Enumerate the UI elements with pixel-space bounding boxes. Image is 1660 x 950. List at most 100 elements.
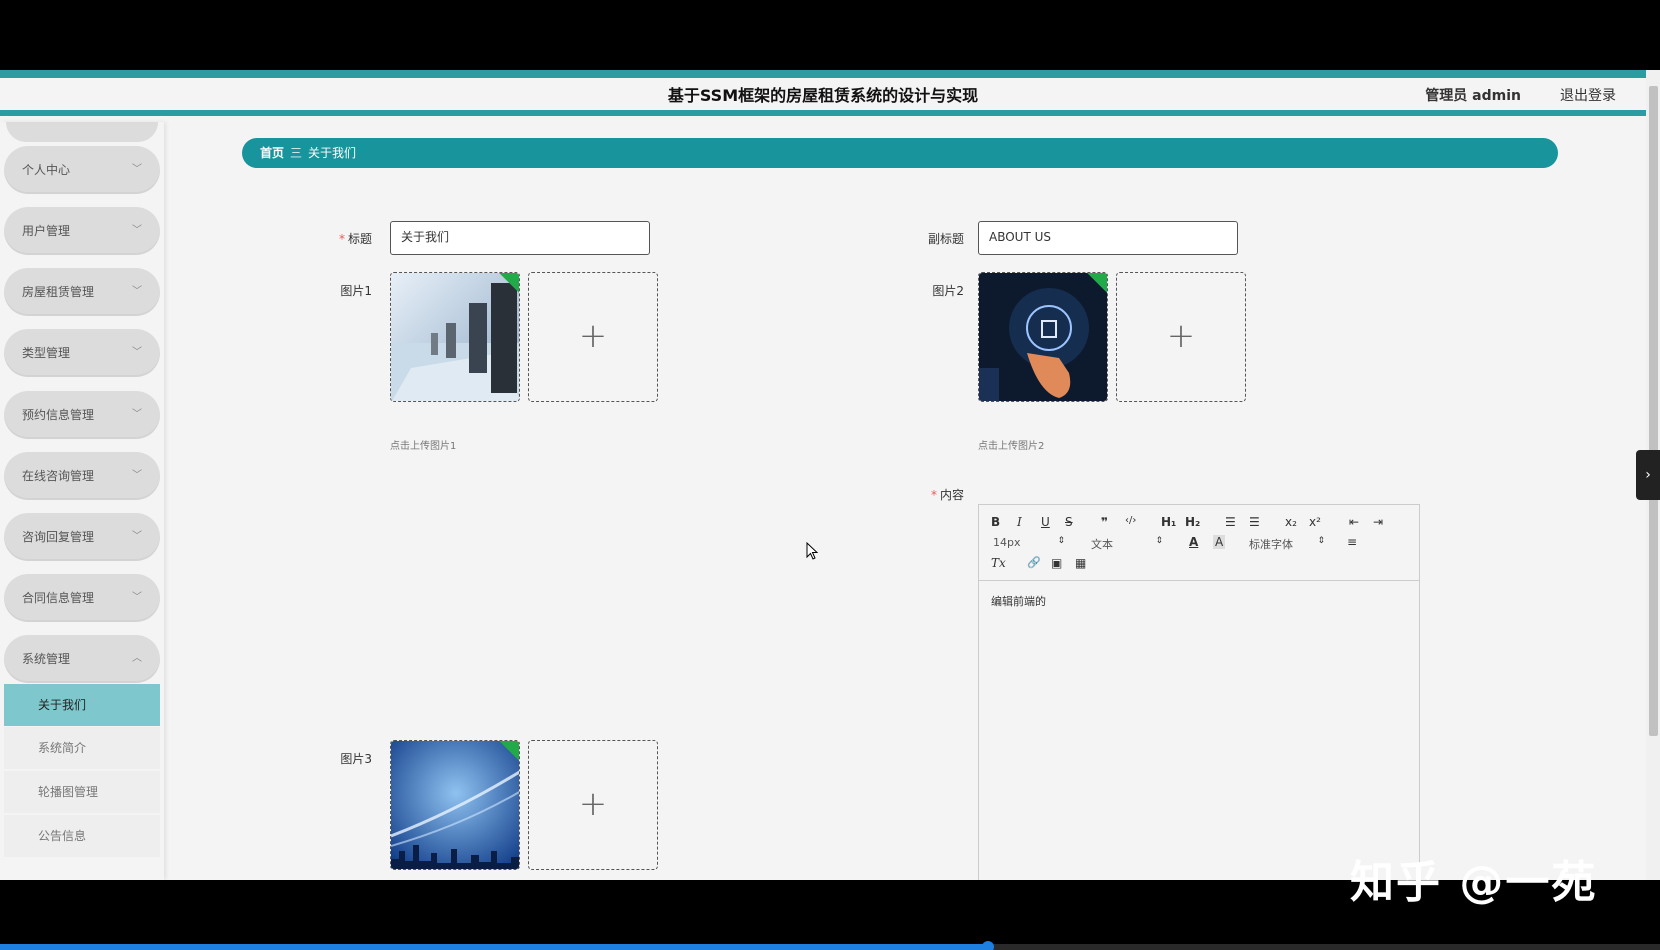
blockquote-button[interactable]: ❞ [1101,515,1108,529]
heading1-button[interactable]: H₁ [1161,515,1176,529]
indent-icon[interactable]: ⇥ [1373,515,1383,529]
sidebar-item-label: 咨询回复管理 [22,530,95,544]
image-icon[interactable]: ▣ [1051,556,1062,570]
image3-thumbnail[interactable] [390,740,520,870]
content-label: * 内容 [908,486,964,503]
sidebar-item-profile[interactable]: 个人中心 ﹀ [4,146,160,194]
plus-icon: + [578,784,608,824]
header-value: 文本 [1091,538,1113,551]
bullet-list-icon[interactable]: ☰ [1249,515,1260,529]
subtitle-label: 副标题 [927,232,964,246]
breadcrumb-current: 关于我们 [308,146,357,160]
meeting-room-image [391,273,519,401]
submenu-item-intro[interactable]: 系统简介 [4,727,160,769]
sidebar-item-reply[interactable]: 咨询回复管理 ﹀ [4,513,160,561]
header-select[interactable]: 文本 ⇕ [1091,536,1163,552]
image2-thumbnail[interactable] [978,272,1108,402]
outdent-icon[interactable]: ⇤ [1349,515,1359,529]
chevron-down-icon: ﹀ [132,347,142,358]
image1-thumbnail[interactable] [390,272,520,402]
background-color-icon[interactable]: A [1213,535,1226,549]
header-bar: 基于SSM框架的房屋租赁系统的设计与实现 管理员 admin 退出登录 [0,78,1646,116]
app-window: 基于SSM框架的房屋租赁系统的设计与实现 管理员 admin 退出登录 个人中心… [0,70,1660,880]
sidebar-item-hidden[interactable] [6,122,158,142]
code-button[interactable]: ‹/› [1125,515,1136,526]
ordered-list-icon[interactable]: ☰ [1225,515,1236,529]
title-label-text: 标题 [347,232,372,246]
plus-icon: + [1166,316,1196,356]
image1-label: 图片1 [340,284,372,298]
mouse-cursor-icon [806,542,819,560]
sidebar-item-system[interactable]: 系统管理 ︿ [4,635,160,683]
chevron-down-icon: ﹀ [132,286,142,297]
breadcrumb: 首页三关于我们 [242,138,1558,168]
font-size-select[interactable]: 14px ⇕ [993,536,1065,549]
side-panel-toggle[interactable]: › [1636,450,1660,500]
sidebar-item-label: 在线咨询管理 [22,469,95,483]
sidebar-item-label: 系统管理 [22,652,71,666]
editor-content[interactable]: 编辑前端的 [991,593,1046,609]
chevron-down-icon: ﹀ [132,470,142,481]
font-family-value: 标准字体 [1249,538,1293,551]
video-progress-bar[interactable] [0,941,1660,950]
select-arrow-icon: ⇕ [1057,536,1065,546]
italic-button[interactable]: I [1017,515,1022,529]
sidebar-item-rental[interactable]: 房屋租赁管理 ﹀ [4,268,160,316]
subtitle-input[interactable]: ABOUT US [978,221,1238,255]
video-icon[interactable]: ▦ [1075,556,1086,570]
sidebar-item-label: 预约信息管理 [22,408,95,422]
title-input[interactable]: 关于我们 [390,221,650,255]
plus-icon: + [578,316,608,356]
image2-label: 图片2 [932,284,964,298]
sidebar-item-contract[interactable]: 合同信息管理 ﹀ [4,574,160,622]
font-family-select[interactable]: 标准字体 ⇕ [1249,536,1325,552]
select-arrow-icon: ⇕ [1155,536,1163,546]
chevron-down-icon: ﹀ [132,225,142,236]
sidebar-item-label: 房屋租赁管理 [22,285,95,299]
bold-button[interactable]: B [991,515,1000,529]
sidebar-item-types[interactable]: 类型管理 ﹀ [4,329,160,377]
link-icon[interactable]: 🔗 [1027,556,1041,569]
video-progress-knob[interactable] [981,941,994,950]
submenu-item-carousel[interactable]: 轮播图管理 [4,771,160,813]
sidebar-item-label: 类型管理 [22,346,71,360]
title-label: * 标题 [324,230,372,247]
scrollbar-thumb[interactable] [1649,86,1658,736]
sidebar-item-users[interactable]: 用户管理 ﹀ [4,207,160,255]
align-icon[interactable]: ≡ [1347,535,1357,549]
admin-user-label: 管理员 admin [1425,88,1521,104]
clear-format-icon[interactable]: Tx [991,556,1006,570]
submenu-item-notice[interactable]: 公告信息 [4,815,160,857]
chevron-down-icon: ﹀ [132,164,142,175]
underline-button[interactable]: U [1041,515,1050,529]
content-label-text: 内容 [939,488,964,502]
image2-add-button[interactable]: + [1116,272,1246,402]
strike-button[interactable]: S [1065,515,1073,529]
select-arrow-icon: ⇕ [1317,536,1325,546]
font-color-icon[interactable]: A [1189,535,1198,549]
submenu-item-about[interactable]: 关于我们 [4,684,160,726]
chevron-down-icon: ﹀ [132,592,142,603]
editor-toolbar: B I U S ❞ ‹/› H₁ H₂ ☰ ☰ x₂ x² ⇤ ⇥ 14px ⇕ … [979,505,1419,581]
image1-upload-hint: 点击上传图片1 [390,441,457,452]
sidebar-item-label: 合同信息管理 [22,591,95,605]
sidebar-item-consult[interactable]: 在线咨询管理 ﹀ [4,452,160,500]
chevron-up-icon: ︿ [132,653,142,664]
sidebar-item-label: 用户管理 [22,224,71,238]
page-title: 基于SSM框架的房屋租赁系统的设计与实现 [667,86,979,105]
heading2-button[interactable]: H₂ [1185,515,1200,529]
image3-add-button[interactable]: + [528,740,658,870]
superscript-button[interactable]: x² [1309,515,1321,529]
required-mark: * [338,232,345,246]
screen: 基于SSM框架的房屋租赁系统的设计与实现 管理员 admin 退出登录 个人中心… [0,0,1660,950]
sidebar-item-booking[interactable]: 预约信息管理 ﹀ [4,391,160,439]
top-accent-line [0,70,1646,78]
chevron-down-icon: ﹀ [132,409,142,420]
breadcrumb-home[interactable]: 首页 [260,146,284,160]
subscript-button[interactable]: x₂ [1285,515,1297,529]
security-hand-image [979,273,1107,401]
logout-button[interactable]: 退出登录 [1560,78,1616,114]
image3-label: 图片3 [340,752,372,766]
image1-add-button[interactable]: + [528,272,658,402]
city-skyline-image [391,741,519,869]
